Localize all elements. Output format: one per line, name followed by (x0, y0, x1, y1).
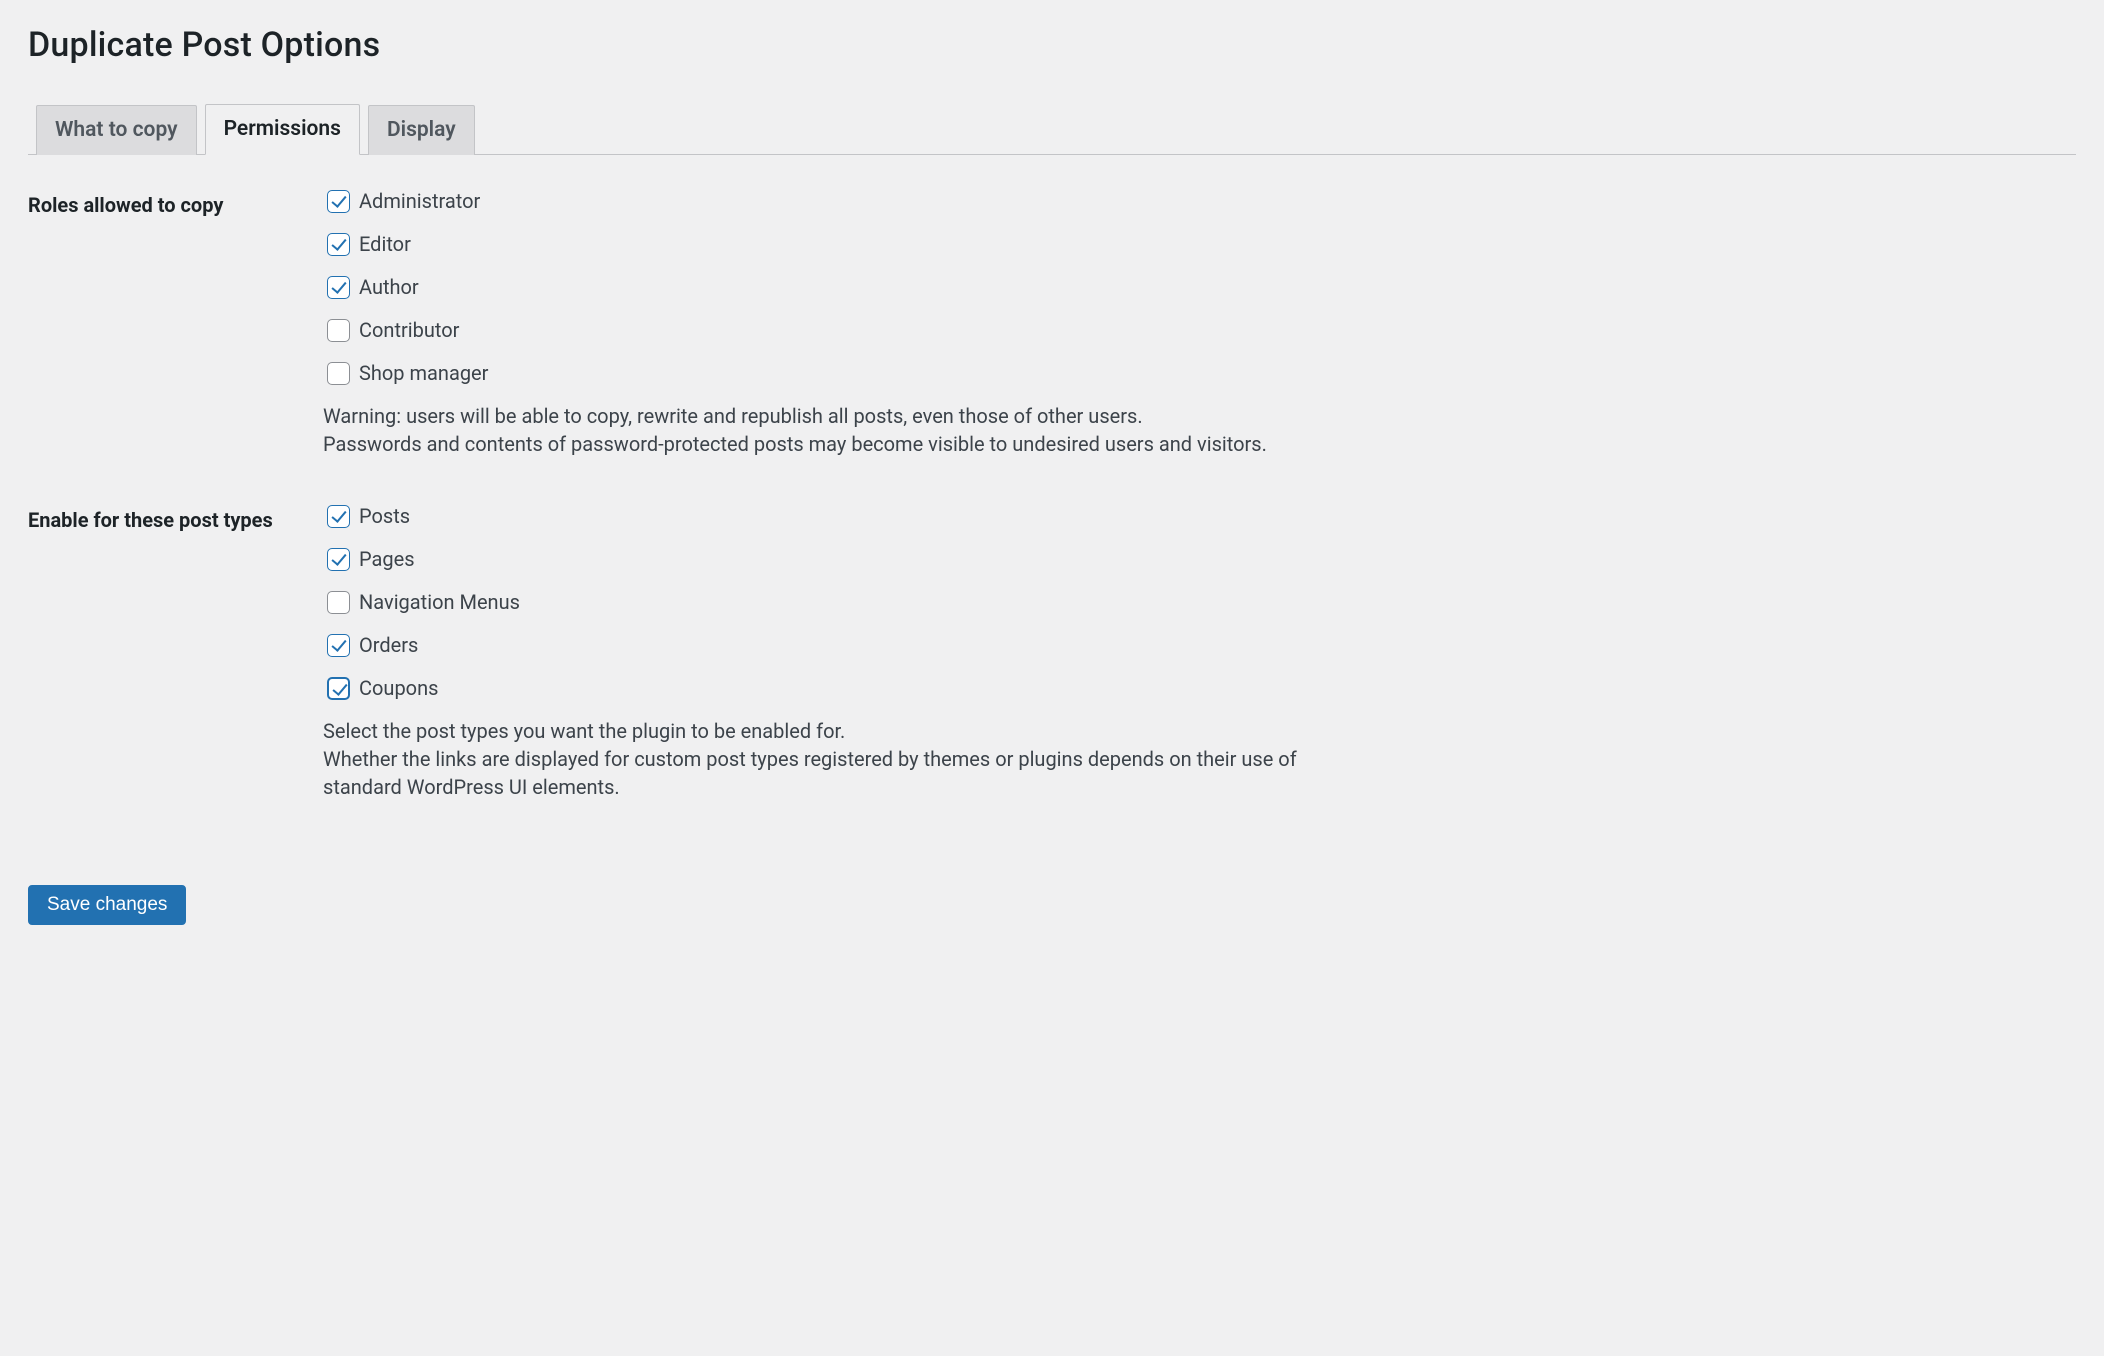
role-option-editor[interactable]: Editor (323, 230, 2066, 259)
tab-what-to-copy[interactable]: What to copy (36, 105, 197, 155)
role-option-shop-manager[interactable]: Shop manager (323, 359, 2066, 388)
checkbox-shop-manager[interactable] (327, 362, 350, 385)
row-post-types: Enable for these post types Posts Pages … (28, 498, 2076, 841)
checkbox-label: Shop manager (359, 359, 488, 387)
post-type-option-navigation-menus[interactable]: Navigation Menus (323, 588, 2066, 617)
post-type-option-orders[interactable]: Orders (323, 631, 2066, 660)
checkbox-contributor[interactable] (327, 319, 350, 342)
checkbox-pages[interactable] (327, 548, 350, 571)
save-changes-button[interactable]: Save changes (28, 885, 186, 925)
checkbox-posts[interactable] (327, 505, 350, 528)
page-title: Duplicate Post Options (28, 22, 2076, 70)
tab-display[interactable]: Display (368, 105, 475, 155)
checkbox-label: Navigation Menus (359, 588, 520, 616)
checkbox-coupons[interactable] (327, 677, 350, 700)
checkbox-label: Orders (359, 631, 418, 659)
post-types-description: Select the post types you want the plugi… (323, 717, 1343, 801)
roles-fieldset: Administrator Editor Author Contributor (323, 187, 2066, 478)
checkbox-label: Author (359, 273, 419, 301)
tab-permissions[interactable]: Permissions (205, 104, 360, 155)
role-option-contributor[interactable]: Contributor (323, 316, 2066, 345)
settings-table: Roles allowed to copy Administrator Edit… (28, 183, 2076, 841)
role-option-author[interactable]: Author (323, 273, 2066, 302)
checkbox-author[interactable] (327, 276, 350, 299)
row-roles: Roles allowed to copy Administrator Edit… (28, 183, 2076, 498)
checkbox-label: Posts (359, 502, 410, 530)
post-type-option-coupons[interactable]: Coupons (323, 674, 2066, 703)
post-type-option-pages[interactable]: Pages (323, 545, 2066, 574)
checkbox-label: Contributor (359, 316, 459, 344)
checkbox-navigation-menus[interactable] (327, 591, 350, 614)
checkbox-label: Editor (359, 230, 411, 258)
checkbox-editor[interactable] (327, 233, 350, 256)
checkbox-administrator[interactable] (327, 190, 350, 213)
post-types-heading: Enable for these post types (28, 498, 323, 841)
post-types-description-line1: Select the post types you want the plugi… (323, 719, 845, 743)
roles-description-line2: Passwords and contents of password-prote… (323, 432, 1267, 456)
checkbox-orders[interactable] (327, 634, 350, 657)
roles-description-line1: Warning: users will be able to copy, rew… (323, 404, 1143, 428)
roles-heading: Roles allowed to copy (28, 183, 323, 498)
tab-bar: What to copy Permissions Display (28, 104, 2076, 155)
submit-row: Save changes (28, 885, 2076, 925)
post-types-fieldset: Posts Pages Navigation Menus Orders (323, 502, 2066, 821)
checkbox-label: Administrator (359, 187, 480, 215)
post-types-description-line2: Whether the links are displayed for cust… (323, 747, 1297, 799)
role-option-administrator[interactable]: Administrator (323, 187, 2066, 216)
checkbox-label: Coupons (359, 674, 438, 702)
roles-description: Warning: users will be able to copy, rew… (323, 402, 1343, 458)
checkbox-label: Pages (359, 545, 415, 573)
post-type-option-posts[interactable]: Posts (323, 502, 2066, 531)
